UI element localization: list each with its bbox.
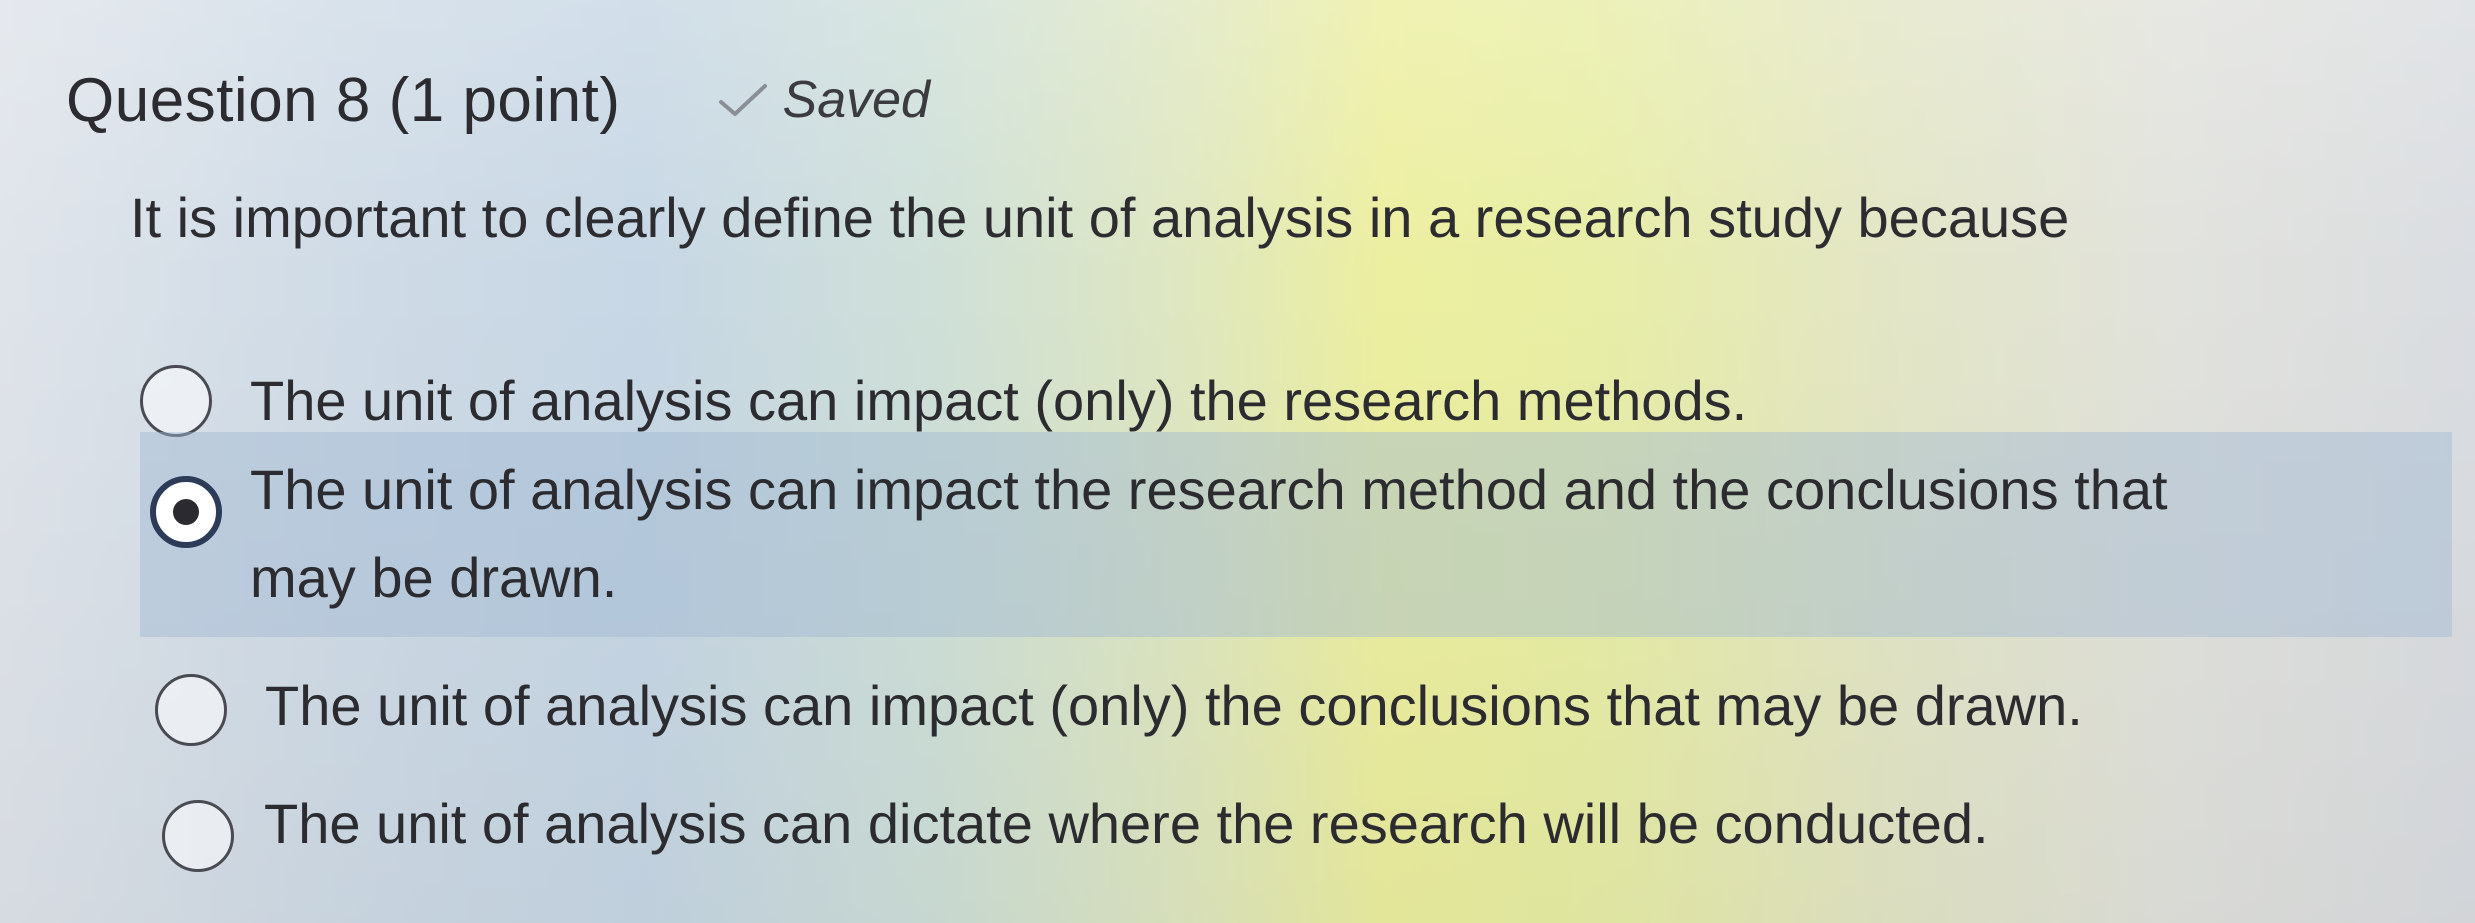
answer-option-label[interactable]: The unit of analysis can dictate where t…	[264, 778, 1989, 870]
radio-button-option-1[interactable]	[140, 365, 212, 437]
answer-option-4[interactable]: The unit of analysis can dictate where t…	[162, 778, 1989, 872]
radio-button-option-3[interactable]	[155, 674, 227, 746]
answer-option-label-line2[interactable]: may be drawn.	[250, 530, 2168, 626]
answer-option-label-block: The unit of analysis can impact the rese…	[250, 442, 2168, 626]
radio-button-option-2[interactable]	[150, 476, 222, 548]
quiz-page: Question 8 (1 point) Saved It is importa…	[0, 0, 2475, 923]
radio-selected-dot	[173, 499, 199, 525]
answer-option-label-line1[interactable]: The unit of analysis can impact the rese…	[250, 442, 2168, 538]
answer-option-label[interactable]: The unit of analysis can impact (only) t…	[265, 660, 2083, 752]
answer-options: The unit of analysis can impact (only) t…	[0, 0, 2475, 923]
radio-button-option-4[interactable]	[162, 800, 234, 872]
answer-option-3[interactable]: The unit of analysis can impact (only) t…	[155, 660, 2083, 752]
answer-option-2[interactable]: The unit of analysis can impact the rese…	[140, 432, 2452, 637]
